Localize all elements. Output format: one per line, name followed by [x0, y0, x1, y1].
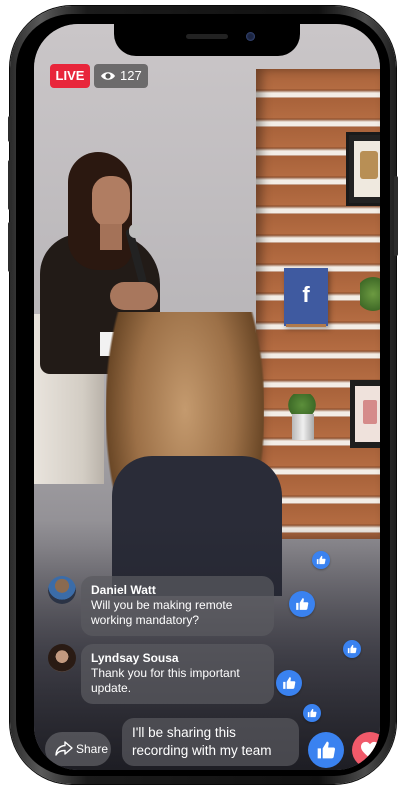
mute-switch — [8, 116, 12, 142]
floating-like-reaction — [343, 640, 361, 658]
floating-like-reaction — [289, 591, 315, 617]
thumbs-up-icon — [347, 644, 357, 654]
comment-text: working mandatory? — [91, 613, 200, 627]
message-input[interactable]: I'll be sharing this recording with my t… — [122, 718, 299, 766]
plant — [360, 274, 380, 314]
picture-frame — [346, 132, 380, 206]
picture-frame — [350, 380, 380, 448]
floating-like-reaction — [276, 670, 302, 696]
notch — [114, 24, 300, 56]
share-icon — [55, 741, 73, 756]
plant-pot — [292, 414, 314, 440]
love-button[interactable] — [352, 732, 380, 768]
speaker-neck — [100, 224, 122, 250]
avatar[interactable] — [48, 644, 76, 672]
avatar[interactable] — [48, 576, 76, 604]
volume-up-button — [8, 160, 12, 210]
easel — [286, 324, 326, 341]
power-button — [394, 176, 398, 256]
message-text: I'll be sharing this — [132, 725, 236, 740]
share-button[interactable]: Share — [45, 732, 111, 766]
comment-bubble: Lyndsay Sousa Thank you for this importa… — [81, 644, 274, 704]
comment-text: Thank you for this important — [91, 666, 240, 680]
comment-author[interactable]: Lyndsay Sousa — [91, 651, 264, 666]
message-text: recording with my team — [132, 743, 272, 758]
live-video-screen[interactable]: f LIVE 127 Daniel Watt Will you be makin… — [34, 24, 380, 770]
comment-author[interactable]: Daniel Watt — [91, 583, 264, 598]
front-camera — [246, 32, 255, 41]
potted-plant — [286, 394, 318, 416]
microphone-head — [129, 224, 141, 238]
viewer-count-value: 127 — [120, 68, 142, 83]
viewer-count: 127 — [94, 64, 148, 88]
thumbs-up-icon — [296, 598, 309, 610]
thumbs-up-icon — [283, 677, 296, 689]
comment-bubble: Daniel Watt Will you be making remote wo… — [81, 576, 274, 636]
speaker-hand — [110, 282, 158, 310]
comment-text: Will you be making remote — [91, 598, 233, 612]
earpiece — [186, 34, 228, 39]
thumbs-up-icon — [316, 555, 326, 565]
heart-icon — [361, 741, 379, 759]
facebook-sign: f — [284, 268, 328, 326]
thumbs-up-icon — [307, 708, 317, 718]
like-button[interactable] — [308, 732, 344, 768]
live-badge: LIVE — [50, 64, 90, 88]
volume-down-button — [8, 222, 12, 272]
floating-like-reaction — [303, 704, 321, 722]
thumbs-up-icon — [317, 741, 336, 759]
floating-like-reaction — [312, 551, 330, 569]
speaker-face — [92, 176, 130, 228]
share-label: Share — [76, 742, 109, 756]
eye-icon — [101, 72, 115, 80]
comment-text: update. — [91, 681, 132, 695]
